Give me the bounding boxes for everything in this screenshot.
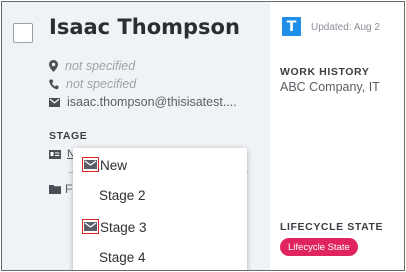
stage-option-stage-3[interactable]: Stage 3 xyxy=(73,213,247,241)
contact-detail-panel: T Updated: Aug 2 WORK HISTORY ABC Compan… xyxy=(270,2,404,270)
stage-label: STAGE xyxy=(49,130,88,142)
lifecycle-state-badge[interactable]: Lifecycle State xyxy=(280,238,358,256)
location-value: not specified xyxy=(65,59,136,73)
work-history-label: WORK HISTORY xyxy=(280,66,370,78)
envelope-icon xyxy=(82,219,99,234)
email-link[interactable]: isaac.thompson@thisisatest.... xyxy=(67,95,237,109)
updated-timestamp: Updated: Aug 2 xyxy=(311,22,380,33)
contact-summary-panel: Isaac Thompson not specified not specifi… xyxy=(2,2,270,270)
phone-icon xyxy=(49,79,59,89)
screenshot-frame: Isaac Thompson not specified not specifi… xyxy=(1,1,405,271)
email-row: isaac.thompson@thisisatest.... xyxy=(49,95,237,109)
stage-option-new[interactable]: New xyxy=(73,151,247,179)
stage-option-label: Stage 4 xyxy=(99,249,146,265)
stage-selector[interactable]: N xyxy=(49,147,75,161)
location-row: not specified xyxy=(49,59,135,73)
stage-dropdown-menu: New Stage 2 Stage 3 Stage 4 xyxy=(73,148,247,270)
lifecycle-state-label: LIFECYCLE STATE xyxy=(280,221,384,233)
stage-option-label: Stage 3 xyxy=(100,219,147,235)
folder-icon xyxy=(49,185,61,194)
phone-row: not specified xyxy=(49,77,136,91)
stage-option-stage-2[interactable]: Stage 2 xyxy=(73,181,247,209)
work-history-value: ABC Company, IT xyxy=(280,80,380,94)
id-card-icon xyxy=(49,149,61,159)
select-contact-checkbox[interactable] xyxy=(13,23,33,43)
phone-value: not specified xyxy=(66,77,137,91)
location-pin-icon xyxy=(49,60,58,72)
stage-option-stage-4[interactable]: Stage 4 xyxy=(73,243,247,270)
envelope-icon xyxy=(82,157,99,172)
stage-option-label: New xyxy=(100,157,128,173)
envelope-icon xyxy=(49,97,60,107)
stage-option-label: Stage 2 xyxy=(99,187,146,203)
app-logo-icon: T xyxy=(282,17,301,36)
contact-name: Isaac Thompson xyxy=(49,15,240,39)
